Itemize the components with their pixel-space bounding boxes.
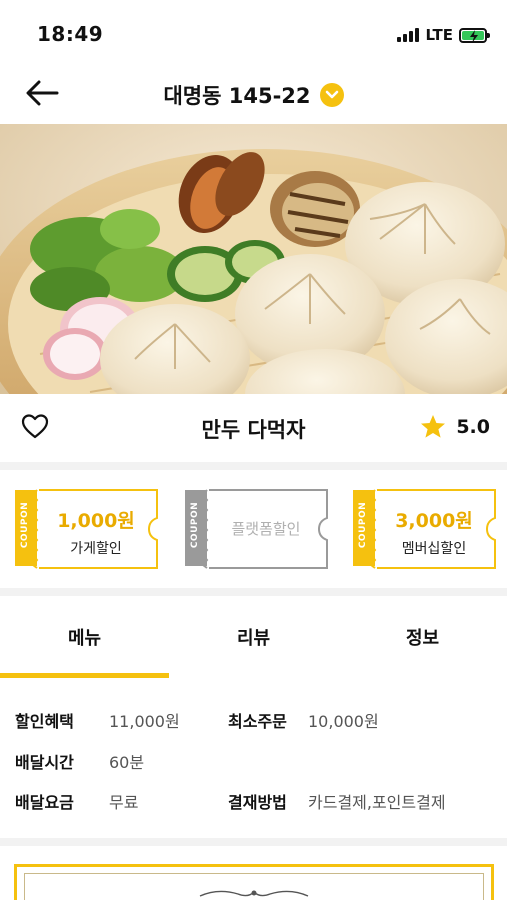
tab-menu[interactable]: 메뉴 xyxy=(0,624,169,650)
section-divider xyxy=(0,838,507,846)
coupon-stub-label: COUPON xyxy=(190,501,200,549)
star-icon xyxy=(421,415,446,438)
tab-reviews[interactable]: 리뷰 xyxy=(169,624,338,650)
address-selector[interactable]: 대명동 145-22 xyxy=(0,80,507,110)
coupon-store-discount[interactable]: COUPON 1,000원 가게할인 xyxy=(13,488,159,570)
info-key: 최소주문 xyxy=(228,712,287,731)
coupon-list: COUPON 1,000원 가게할인 COUPON 플랫폼할인 COUPON 3… xyxy=(0,470,507,588)
address-dropdown-button[interactable] xyxy=(319,83,344,107)
network-type: LTE xyxy=(425,26,453,44)
battery-icon xyxy=(459,27,490,43)
info-key: 결재방법 xyxy=(228,793,287,812)
info-key: 배달요금 xyxy=(15,793,74,812)
store-summary: 만두 다먹자 5.0 xyxy=(0,394,507,462)
coupon-membership-discount[interactable]: COUPON 3,000원 멤버십할인 xyxy=(351,488,497,570)
section-divider xyxy=(0,588,507,596)
coupon-platform-discount[interactable]: COUPON 플랫폼할인 xyxy=(183,488,329,570)
promo-banner xyxy=(0,846,507,900)
info-key: 할인혜택 xyxy=(15,712,74,731)
store-info: 할인혜택 11,000원 최소주문 10,000원 배달시간 60분 배달요금 … xyxy=(0,678,507,838)
page-title: 대명동 145-22 xyxy=(163,84,311,108)
header: 대명동 145-22 xyxy=(0,62,507,124)
info-value: 10,000원 xyxy=(308,712,379,731)
coupon-amount: 1,000원 xyxy=(57,510,135,532)
chevron-down-icon xyxy=(325,90,338,99)
rating-value: 5.0 xyxy=(456,415,490,438)
coupon-label: 플랫폼할인 xyxy=(231,520,301,538)
status-indicators: LTE xyxy=(397,26,490,44)
info-key: 배달시간 xyxy=(15,753,74,772)
store-rating: 5.0 xyxy=(420,414,490,439)
coupon-amount: 3,000원 xyxy=(395,510,473,532)
store-hero-image xyxy=(0,124,507,394)
ornament-icon xyxy=(199,890,309,897)
section-divider xyxy=(0,462,507,470)
info-value: 11,000원 xyxy=(109,712,180,731)
info-value: 60분 xyxy=(109,753,145,772)
coupon-label: 가게할인 xyxy=(70,541,122,557)
coupon-stub-label: COUPON xyxy=(20,501,30,549)
coupon-label: 멤버십할인 xyxy=(401,541,467,557)
tab-info[interactable]: 정보 xyxy=(338,624,507,650)
tab-bar: 메뉴 리뷰 정보 xyxy=(0,596,507,678)
coupon-stub-label: COUPON xyxy=(358,501,368,549)
status-bar: 18:49 LTE xyxy=(0,0,507,62)
info-value: 무료 xyxy=(109,793,139,812)
info-value: 카드결제,포인트결제 xyxy=(308,793,446,812)
status-time: 18:49 xyxy=(37,22,104,46)
signal-icon xyxy=(397,28,420,42)
